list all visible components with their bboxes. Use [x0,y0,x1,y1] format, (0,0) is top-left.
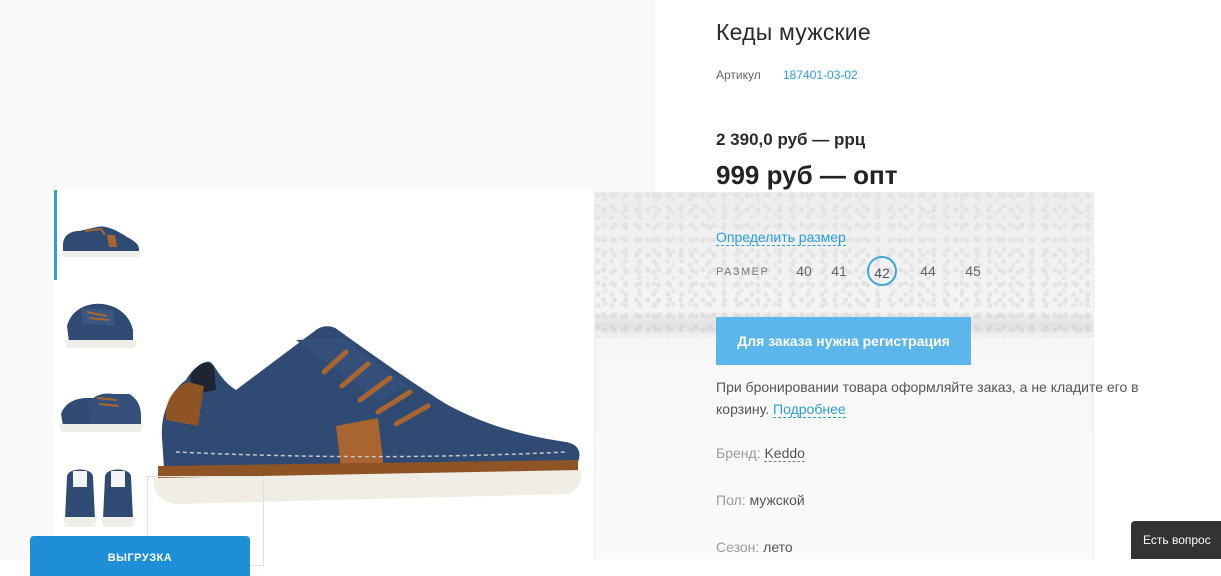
order-note: При бронировании товара оформляйте заказ… [716,376,1186,420]
shoe-angle-thumb-icon [65,303,137,348]
thumbnail-3[interactable] [56,368,144,454]
gender-row: Пол: мужской [716,492,805,508]
shoe-side-thumb-icon [61,226,141,257]
gender-value: мужской [749,492,805,508]
size-option-42[interactable]: 42 [867,256,897,286]
sku-value: 187401-03-02 [783,68,858,82]
size-label: РАЗМЕР [716,266,770,278]
brand-label: Бренд: [716,445,761,461]
size-option-40[interactable]: 40 [789,263,819,279]
thumbnail-2[interactable] [56,282,144,368]
product-title: Кеды мужские [716,19,871,45]
size-option-44[interactable]: 44 [913,263,943,279]
registration-required-button[interactable]: Для заказа нужна регистрация [716,317,971,365]
brand-link[interactable]: Keddo [764,445,805,462]
more-info-link[interactable]: Подробнее [773,401,846,418]
shoe-pair-thumb-icon [59,393,143,432]
thumbnail-1[interactable] [56,192,144,278]
season-row: Сезон: лето [716,539,793,555]
thumbnail-4[interactable] [56,454,144,540]
size-option-45[interactable]: 45 [958,263,988,279]
sku-label: Артикул [716,68,761,82]
thumbnail-column [54,190,146,559]
gender-label: Пол: [716,492,746,508]
brand-row: Бренд: Keddo [716,445,805,462]
active-thumbnail-indicator [54,190,57,280]
chat-widget-button[interactable]: Есть вопрос [1131,521,1221,559]
price-rrp: 2 390,0 руб — ррц [716,130,866,149]
export-button[interactable]: ВЫГРУЗКА [30,536,250,576]
shoe-back-thumb-icon [63,469,135,527]
season-value: лето [763,539,793,555]
size-option-41[interactable]: 41 [824,263,854,279]
season-label: Сезон: [716,539,760,555]
size-guide-link[interactable]: Определить размер [716,229,846,246]
price-opt: 999 руб — опт [716,160,898,190]
